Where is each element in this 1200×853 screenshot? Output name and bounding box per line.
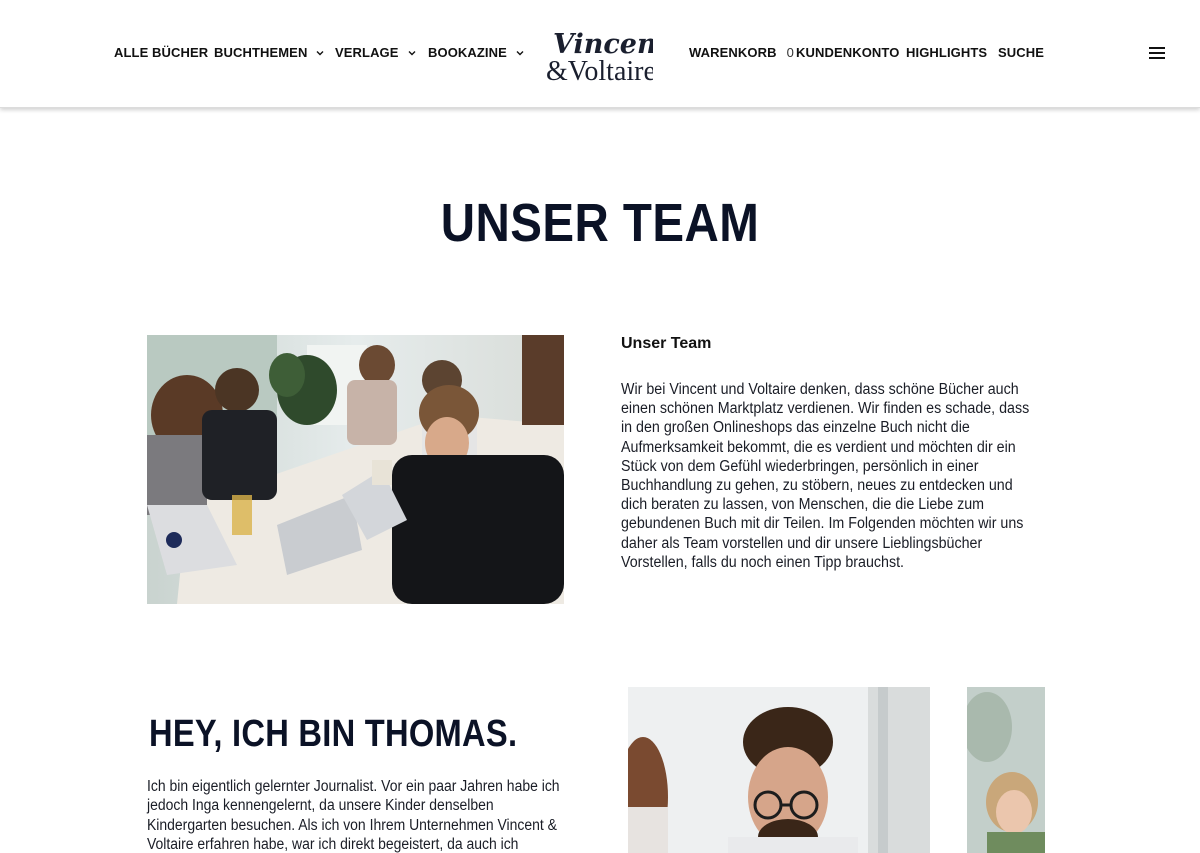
nav-all-books-label: ALLE BÜCHER xyxy=(114,45,209,60)
nav-search[interactable]: SUCHE xyxy=(998,45,1044,60)
nav-cart[interactable]: WARENKORB 0 xyxy=(689,45,794,60)
cart-count-badge: 0 xyxy=(786,45,794,60)
nav-search-label: SUCHE xyxy=(998,45,1045,60)
vincent-voltaire-logo[interactable]: Vincent &Voltaire xyxy=(545,26,653,84)
team-section-heading: Unser Team xyxy=(621,335,712,352)
nav-publishers-label: VERLAGE xyxy=(335,45,399,60)
team-photo xyxy=(147,335,564,604)
nav-bookazines[interactable]: BOOKAZINE xyxy=(428,45,525,60)
nav-highlights-label: HIGHLIGHTS xyxy=(906,45,988,60)
nav-all-books[interactable]: ALLE BÜCHER xyxy=(114,45,208,60)
chevron-down-icon xyxy=(408,50,416,55)
site-header: ALLE BÜCHER BUCHTHEMEN VERLAGE BOOKAZINE… xyxy=(0,0,1200,108)
nav-book-topics-label: BUCHTHEMEN xyxy=(214,45,308,60)
nav-book-topics[interactable]: BUCHTHEMEN xyxy=(214,45,325,60)
hamburger-icon[interactable] xyxy=(1149,46,1167,60)
nav-customer-account-label: KUNDENKONTO xyxy=(796,45,900,60)
team-member-photo-next xyxy=(967,687,1045,853)
thomas-bio-text: Ich bin eigentlich gelernter Journalist.… xyxy=(147,778,560,853)
thomas-title: HEY, ICH BIN THOMAS. xyxy=(149,713,518,755)
chevron-down-icon xyxy=(516,50,524,55)
nav-publishers[interactable]: VERLAGE xyxy=(335,45,417,60)
thomas-photo xyxy=(628,687,930,853)
nav-cart-label: WARENKORB xyxy=(689,45,777,60)
nav-bookazines-label: BOOKAZINE xyxy=(428,45,507,60)
page-title: UNSER TEAM xyxy=(440,193,760,253)
logo-line2: &Voltaire xyxy=(546,56,653,84)
team-intro-text: Wir bei Vincent und Voltaire denken, das… xyxy=(621,381,1030,571)
nav-customer-account[interactable]: KUNDENKONTO xyxy=(796,45,899,60)
nav-highlights[interactable]: HIGHLIGHTS xyxy=(906,45,987,60)
chevron-down-icon xyxy=(316,50,324,55)
